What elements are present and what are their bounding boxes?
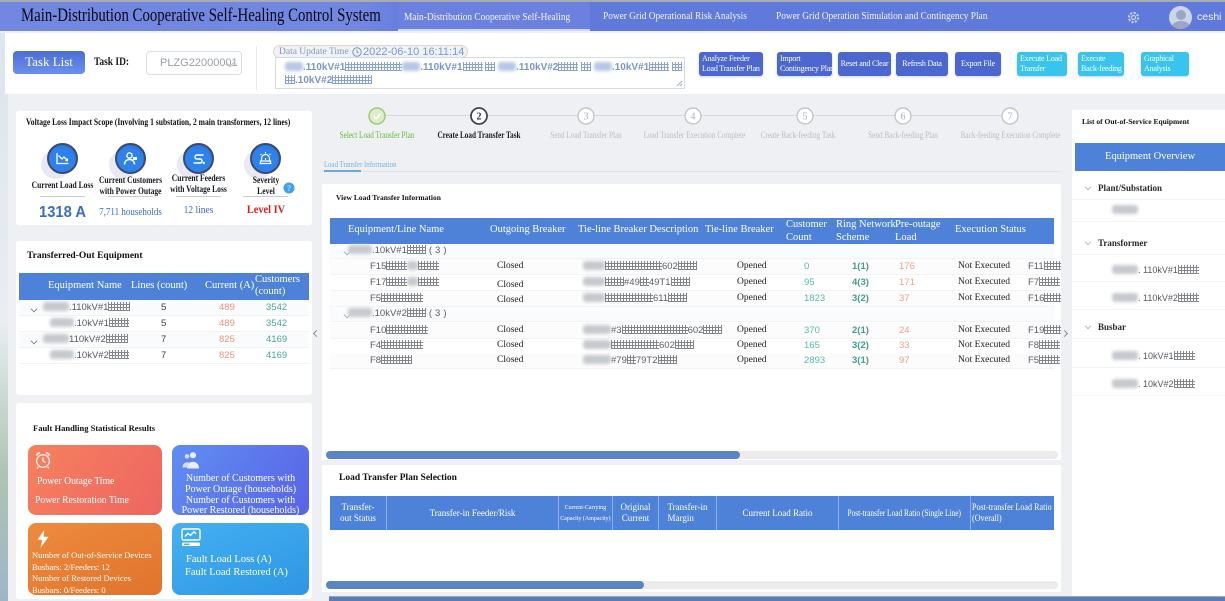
svg-text:2: 2 — [477, 112, 482, 123]
svg-text:4: 4 — [691, 112, 696, 123]
svg-text:6: 6 — [901, 112, 906, 123]
svg-text:7: 7 — [1008, 112, 1013, 123]
svg-text:?: ? — [287, 183, 291, 193]
svg-text:5: 5 — [803, 112, 808, 123]
svg-text:3: 3 — [584, 112, 589, 123]
